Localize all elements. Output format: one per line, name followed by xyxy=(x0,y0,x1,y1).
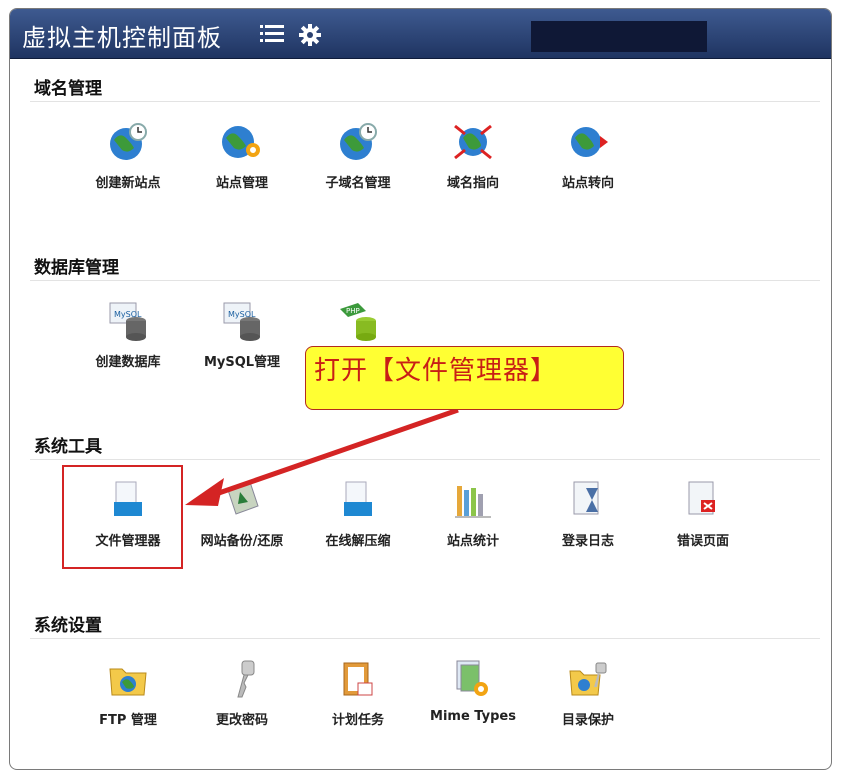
globe-clock-icon xyxy=(110,123,147,160)
item-label: 站点统计 xyxy=(446,534,499,549)
gear-icon[interactable] xyxy=(298,23,322,47)
online-unzip-button[interactable]: 在线解压缩 xyxy=(308,472,408,562)
bar-chart-icon xyxy=(455,486,491,518)
error-page-icon xyxy=(688,481,715,515)
backup-icon xyxy=(227,481,259,515)
globe-forward-icon xyxy=(571,127,608,157)
item-label: 计划任务 xyxy=(331,713,384,728)
app-title: 虚拟主机控制面板 xyxy=(22,24,222,52)
item-label: 网站备份/还原 xyxy=(200,534,284,549)
item-label: 目录保护 xyxy=(561,713,614,728)
document-gear-icon xyxy=(456,660,488,696)
title-bar: 虚拟主机控制面板 xyxy=(10,9,831,59)
site-management-button[interactable]: 站点管理 xyxy=(192,114,292,204)
directory-protection-button[interactable]: 目录保护 xyxy=(538,651,638,741)
subdomain-management-button[interactable]: 子域名管理 xyxy=(308,114,408,204)
create-site-button[interactable]: 创建新站点 xyxy=(78,114,178,204)
section-system-settings: 系统设置 FTP 管理 更改密码 计划任务 Mime Types 目录保护 xyxy=(30,613,820,759)
key-icon xyxy=(237,660,255,698)
item-label: 站点管理 xyxy=(215,176,268,191)
item-label: 错误页面 xyxy=(676,534,729,549)
create-database-button[interactable]: MySQL 创建数据库 xyxy=(78,293,178,383)
globe-arrows-icon xyxy=(454,124,492,160)
ftp-management-button[interactable]: FTP 管理 xyxy=(78,651,178,741)
mysql-database-icon: MySQL xyxy=(223,302,260,341)
ftp-folder-icon xyxy=(109,668,147,696)
unzip-icon xyxy=(344,481,372,516)
item-label: Mime Types xyxy=(430,709,516,724)
item-label: 站点转向 xyxy=(561,176,614,191)
section-domain: 域名管理 创建新站点 站点管理 子域名管理 域名指向 站点转向 xyxy=(30,76,820,222)
item-label: FTP 管理 xyxy=(99,713,157,728)
change-password-button[interactable]: 更改密码 xyxy=(192,651,292,741)
site-statistics-button[interactable]: 站点统计 xyxy=(423,472,523,562)
annotation-callout: 打开【文件管理器】 xyxy=(305,346,624,410)
mime-types-button[interactable]: Mime Types xyxy=(423,651,523,741)
error-pages-button[interactable]: 错误页面 xyxy=(653,472,753,562)
php-database-icon: PHP xyxy=(340,303,376,341)
folder-key-icon xyxy=(569,662,607,696)
login-log-button[interactable]: 登录日志 xyxy=(538,472,638,562)
section-title: 域名管理 xyxy=(30,76,820,102)
item-label: 创建数据库 xyxy=(95,355,161,370)
svg-text:PHP: PHP xyxy=(346,307,360,315)
site-backup-restore-button[interactable]: 网站备份/还原 xyxy=(192,472,292,562)
scheduled-tasks-button[interactable]: 计划任务 xyxy=(308,651,408,741)
section-title: 系统工具 xyxy=(30,434,820,460)
section-title: 系统设置 xyxy=(30,613,820,639)
item-label: 登录日志 xyxy=(561,534,614,549)
item-label: 创建新站点 xyxy=(95,176,161,191)
item-label: 更改密码 xyxy=(215,713,268,728)
globe-gear-icon xyxy=(222,126,260,158)
mysql-management-button[interactable]: MySQL MySQL管理 xyxy=(192,293,292,383)
clipboard-calendar-icon xyxy=(343,662,373,696)
globe-clock-icon xyxy=(340,123,377,160)
domain-pointing-button[interactable]: 域名指向 xyxy=(423,114,523,204)
site-redirect-button[interactable]: 站点转向 xyxy=(538,114,638,204)
redacted-user-info xyxy=(531,21,707,52)
hourglass-log-icon xyxy=(573,481,599,515)
item-label: MySQL管理 xyxy=(203,355,281,370)
menu-icon[interactable] xyxy=(260,23,284,45)
mysql-database-icon: MySQL xyxy=(109,302,146,341)
item-label: 域名指向 xyxy=(446,176,499,191)
file-manager-highlight-box xyxy=(62,465,183,569)
section-title: 数据库管理 xyxy=(30,255,820,281)
item-label: 子域名管理 xyxy=(325,176,391,191)
item-label: 在线解压缩 xyxy=(325,534,391,549)
